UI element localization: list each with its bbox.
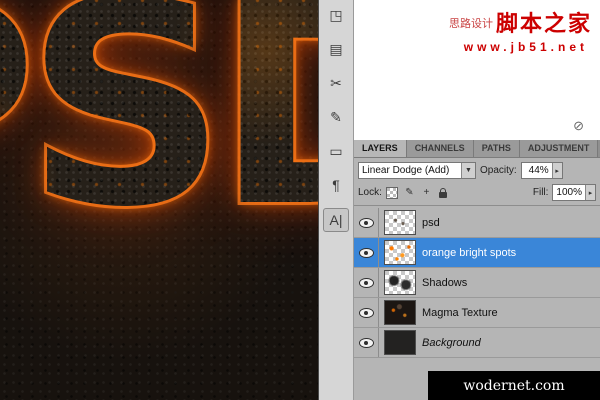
blend-mode-select[interactable]: Linear Dodge (Add) ▼ (358, 162, 476, 179)
type-tool-icon: A| (330, 212, 343, 228)
notes-tool-icon: ▭ (329, 143, 342, 160)
eye-icon (359, 308, 374, 318)
layer-thumbnail[interactable] (384, 240, 416, 265)
eye-icon (359, 338, 374, 348)
lock-paint-button[interactable]: ✎ (403, 186, 416, 199)
lava-text: PSD (0, 0, 318, 246)
opacity-value: 44% (522, 165, 552, 176)
eyedropper-tool-icon: ✎ (330, 109, 342, 126)
layer-name: Magma Texture (422, 307, 498, 319)
paragraph-tool-button[interactable]: ¶ (324, 174, 348, 196)
scissors-tool-icon: ✂ (330, 75, 342, 92)
lock-transparency-icon (386, 187, 398, 199)
tab-paths[interactable]: PATHS (474, 140, 520, 157)
bottom-watermark: wodernet.com (428, 371, 600, 400)
scissors-tool-button[interactable]: ✂ (324, 72, 348, 94)
layer-row-background[interactable]: Background (354, 328, 600, 358)
lock-row: Lock: ✎ + Fill: 100% ▸ (354, 182, 600, 206)
visibility-toggle[interactable] (354, 328, 379, 357)
panel-collapse-icon[interactable]: ⊘ (573, 118, 584, 134)
lock-transparency-button[interactable] (386, 186, 399, 199)
layer-name: Shadows (422, 277, 467, 289)
layer-name: psd (422, 217, 440, 229)
layer-row-orange-bright-spots[interactable]: orange bright spots (354, 238, 600, 268)
layer-thumbnail[interactable] (384, 330, 416, 355)
layer-thumbnail[interactable] (384, 210, 416, 235)
layer-thumbnail[interactable] (384, 270, 416, 295)
tab-layers[interactable]: LAYERS (354, 140, 407, 157)
visibility-toggle[interactable] (354, 238, 379, 267)
slice-tool-icon: ▤ (329, 41, 342, 58)
right-column: 思路设计脚本之家 www.jb51.net ⊘ LAYERS CHANNELS … (354, 0, 600, 400)
eyedropper-tool-button[interactable]: ✎ (324, 106, 348, 128)
notes-tool-button[interactable]: ▭ (324, 140, 348, 162)
layers-panel: LAYERS CHANNELS PATHS ADJUSTMENT Linear … (354, 140, 600, 400)
visibility-toggle[interactable] (354, 268, 379, 297)
chevron-down-icon[interactable]: ▼ (461, 163, 475, 178)
blend-mode-row: Linear Dodge (Add) ▼ Opacity: 44% ▸ (354, 158, 600, 182)
blend-mode-value: Linear Dodge (Add) (359, 165, 461, 176)
tab-adjustment[interactable]: ADJUSTMENT (520, 140, 599, 157)
visibility-toggle[interactable] (354, 208, 379, 237)
tab-channels[interactable]: CHANNELS (407, 140, 474, 157)
photoshop-screenshot: PSD PSD ◳ ▤ ✂ ✎ ▭ ¶ A| 思路设计脚本之家 www.jb51… (0, 0, 600, 400)
logo-url-text: www.jb51.net (449, 40, 588, 54)
eye-icon (359, 278, 374, 288)
crop-tool-icon: ◳ (329, 7, 342, 24)
lock-all-button[interactable] (437, 186, 450, 199)
fill-label: Fill: (533, 187, 549, 198)
paragraph-icon: ¶ (332, 177, 340, 193)
opacity-slider-arrow-icon[interactable]: ▸ (552, 163, 562, 178)
opacity-label: Opacity: (480, 165, 517, 176)
fill-value: 100% (553, 187, 585, 198)
fill-field[interactable]: 100% ▸ (552, 184, 596, 201)
layer-row-psd[interactable]: psd (354, 208, 600, 238)
lock-position-button[interactable]: + (420, 186, 433, 199)
canvas-area[interactable]: PSD PSD (0, 0, 318, 400)
opacity-field[interactable]: 44% ▸ (521, 162, 563, 179)
visibility-toggle[interactable] (354, 298, 379, 327)
layer-row-magma-texture[interactable]: Magma Texture (354, 298, 600, 328)
logo-brand-text: 脚本之家 (496, 11, 592, 36)
layer-thumbnail[interactable] (384, 300, 416, 325)
tools-panel: ◳ ▤ ✂ ✎ ▭ ¶ A| (318, 0, 354, 400)
layer-row-shadows[interactable]: Shadows (354, 268, 600, 298)
layer-name: Background (422, 337, 481, 349)
site-logo: 思路设计脚本之家 www.jb51.net (449, 6, 592, 54)
eye-icon (359, 218, 374, 228)
panel-tab-bar: LAYERS CHANNELS PATHS ADJUSTMENT (354, 140, 600, 158)
lock-label: Lock: (358, 187, 382, 198)
lock-paint-icon: ✎ (405, 187, 413, 198)
fill-slider-arrow-icon[interactable]: ▸ (585, 185, 595, 200)
layer-name: orange bright spots (422, 247, 516, 259)
lock-icon (439, 192, 447, 198)
type-tool-button[interactable]: A| (323, 208, 349, 232)
layer-list: psd orange bright spots Shadows Magma Te… (354, 208, 600, 358)
slice-tool-button[interactable]: ▤ (324, 38, 348, 60)
eye-icon (359, 248, 374, 258)
lock-position-icon: + (423, 187, 429, 198)
site-watermark-top: 思路设计脚本之家 www.jb51.net ⊘ (354, 0, 600, 140)
crop-tool-button[interactable]: ◳ (324, 4, 348, 26)
logo-prefix-text: 思路设计 (449, 18, 493, 30)
